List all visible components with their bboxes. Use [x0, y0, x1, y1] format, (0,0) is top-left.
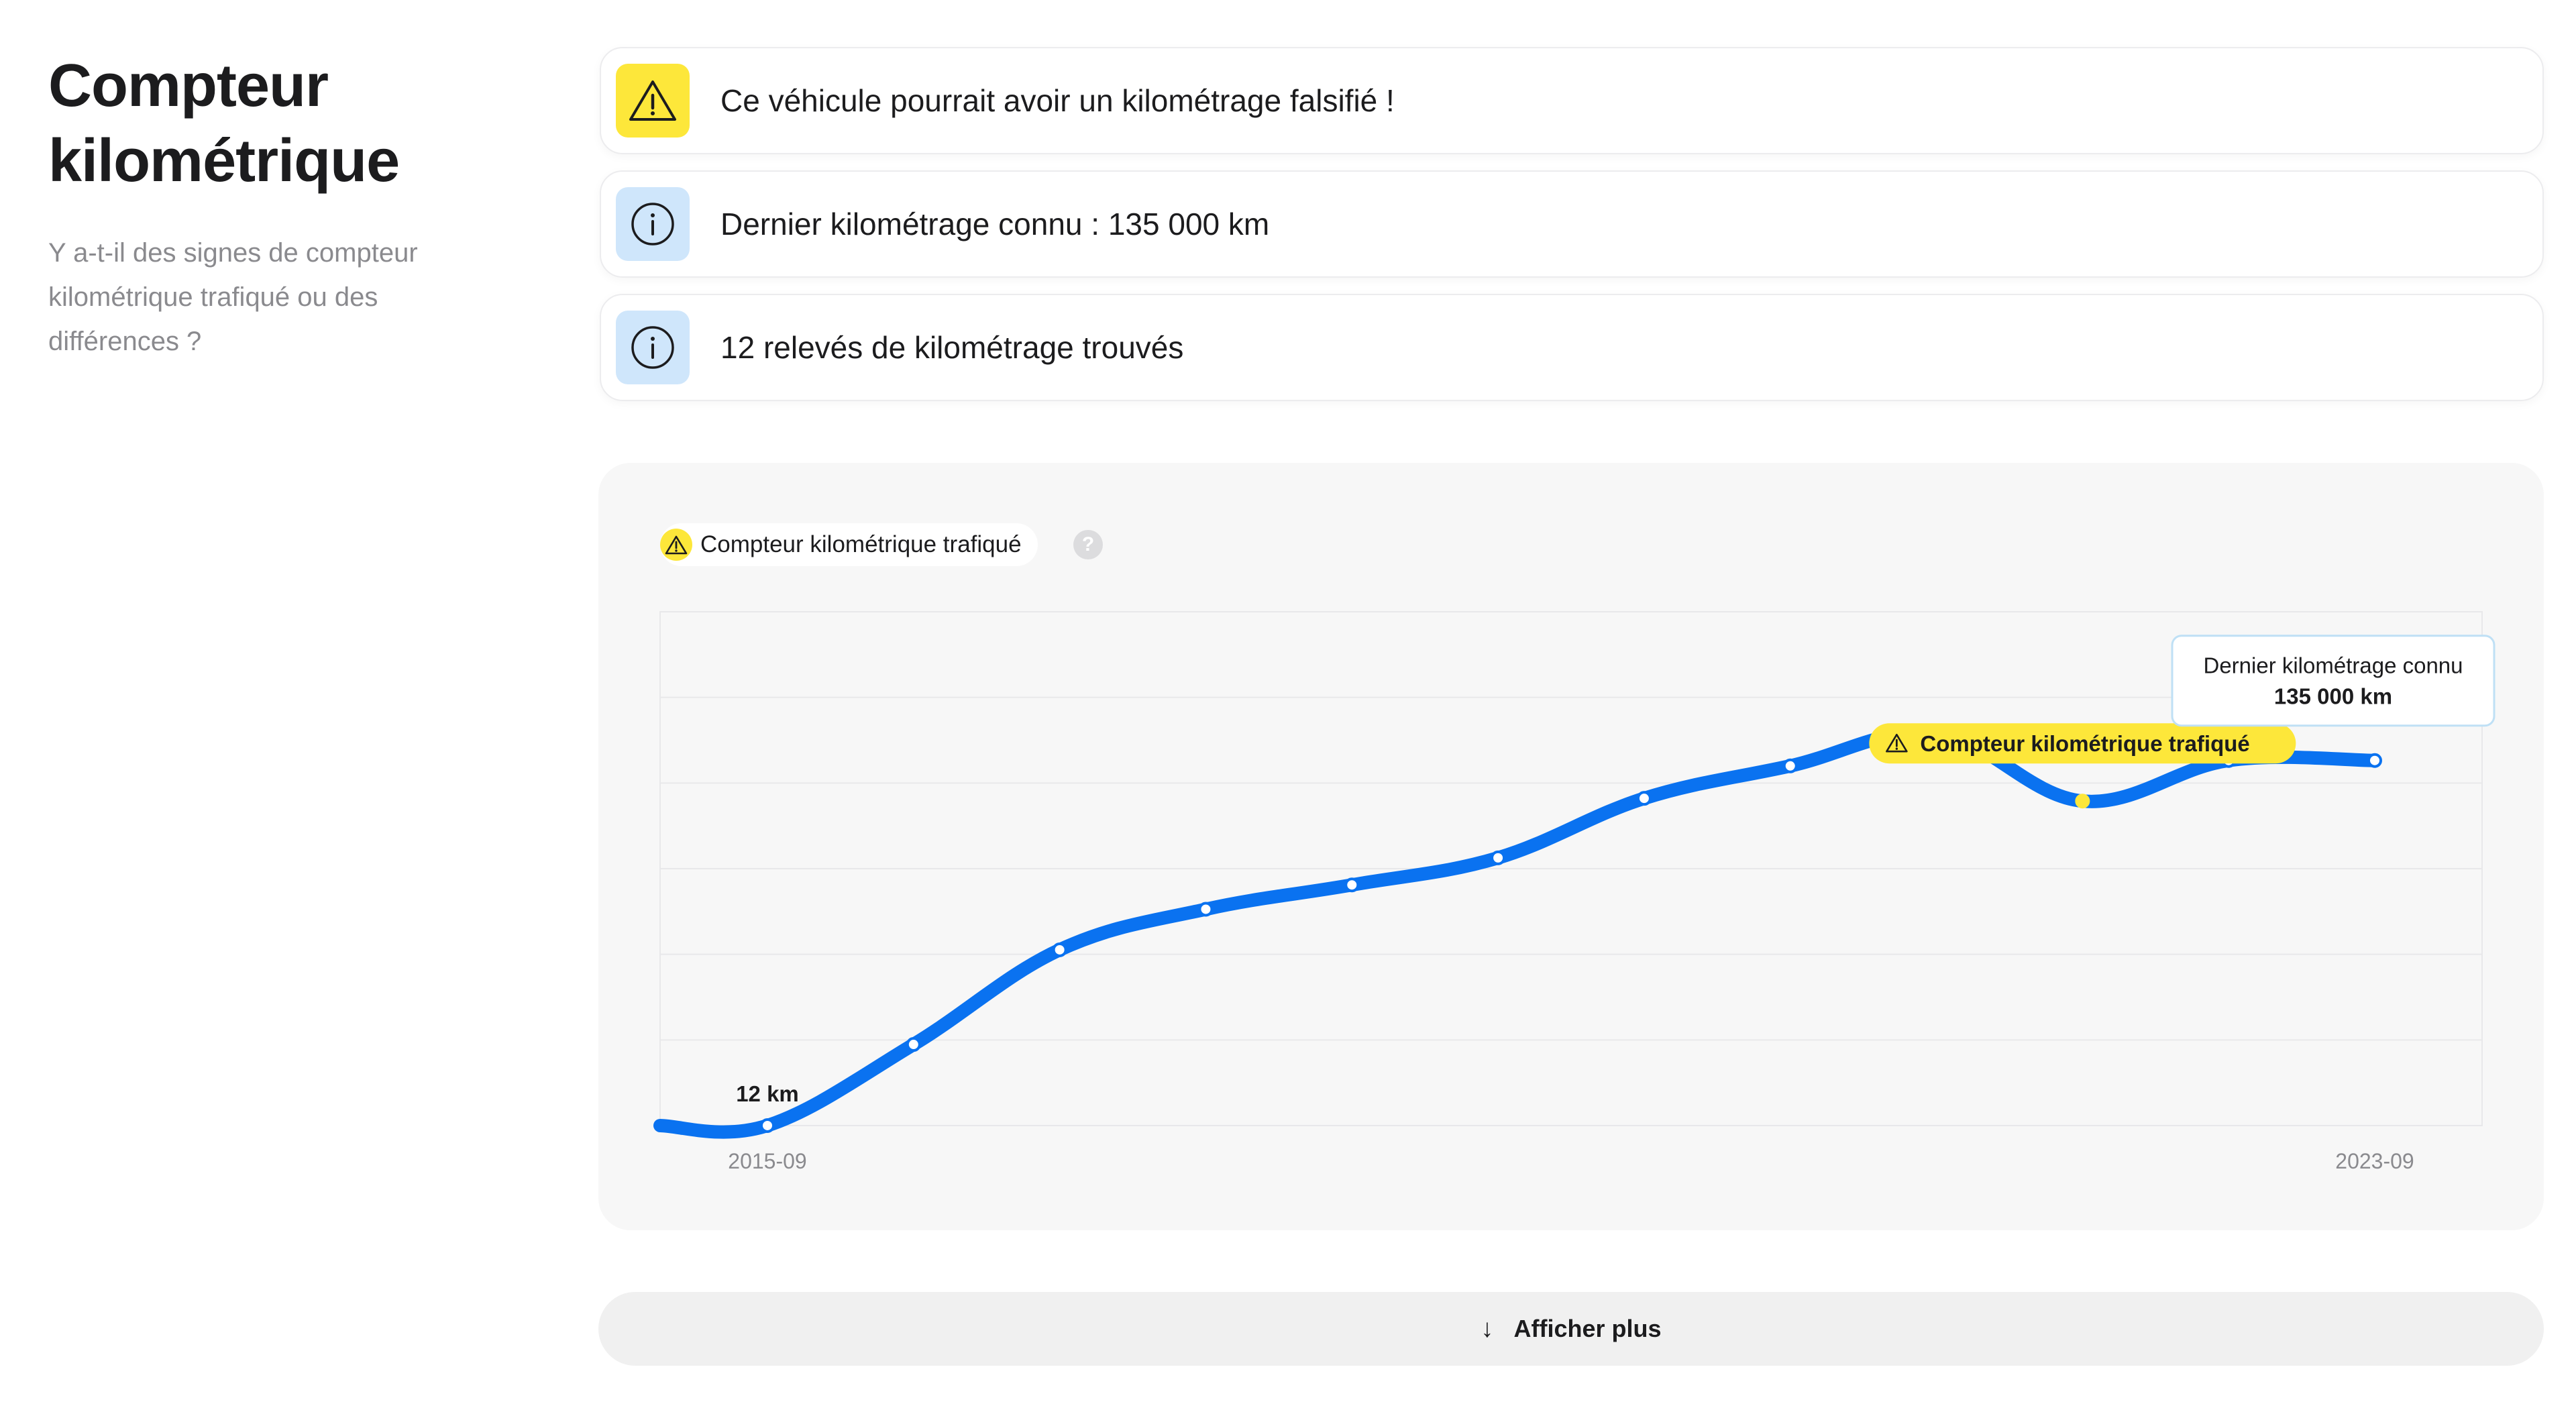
data-point[interactable] — [1052, 942, 1067, 957]
alerts-list: Ce véhicule pourrait avoir un kilométrag… — [600, 47, 2544, 417]
odometer-chart-card: Compteur kilométrique trafiqué ? 12 km 2… — [598, 463, 2544, 1230]
info-circle-icon — [616, 311, 690, 384]
data-point[interactable] — [760, 1118, 775, 1133]
x-tick-label: 2015-09 — [728, 1149, 806, 1173]
last-mileage-tooltip: Dernier kilométrage connu 135 000 km — [2171, 635, 2496, 727]
data-point[interactable] — [1636, 791, 1652, 806]
arrow-down-icon: ↓ — [1481, 1314, 1494, 1343]
chart-line-layer — [653, 726, 2381, 1139]
alert-text: 12 relevés de kilométrage trouvés — [720, 330, 1184, 365]
data-point[interactable] — [1344, 877, 1360, 893]
tooltip-title: Dernier kilométrage connu — [2203, 653, 2463, 678]
show-more-button[interactable]: ↓ Afficher plus — [598, 1292, 2544, 1366]
info-circle-icon — [616, 187, 690, 261]
x-tick-label: 2023-09 — [2335, 1149, 2414, 1173]
tampered-data-point[interactable] — [2075, 794, 2090, 809]
alert-text: Dernier kilométrage connu : 135 000 km — [720, 207, 1270, 241]
data-point[interactable] — [1491, 850, 1506, 865]
section-subtitle: Y a-t-il des signes de compteur kilométr… — [48, 238, 418, 356]
tooltip-value: 135 000 km — [2274, 684, 2392, 709]
show-more-label: Afficher plus — [1513, 1315, 1662, 1342]
data-point[interactable] — [1198, 902, 1214, 917]
odometer-line-chart: 12 km 2015-09 2023-09 Compteur kilométri… — [653, 611, 2496, 1173]
odometer-page: Compteur kilométrique Y a-t-il des signe… — [0, 0, 2576, 1410]
alert-warning-falsified: Ce véhicule pourrait avoir un kilométrag… — [600, 47, 2544, 154]
data-point[interactable] — [1782, 758, 1798, 773]
section-title: Compteur kilométrique — [48, 52, 400, 195]
section-header: Compteur kilométrique Y a-t-il des signe… — [48, 48, 478, 364]
warning-triangle-icon — [616, 64, 690, 138]
alert-info-last-mileage: Dernier kilométrage connu : 135 000 km — [600, 170, 2544, 278]
data-point[interactable] — [906, 1037, 921, 1052]
alert-info-readings-count: 12 relevés de kilométrage trouvés — [600, 294, 2544, 401]
alert-text: Ce véhicule pourrait avoir un kilométrag… — [720, 83, 1395, 118]
chart-labels: 12 km 2015-09 2023-09 — [728, 1081, 2414, 1173]
data-point[interactable] — [2367, 753, 2382, 768]
tamper-badge-label: Compteur kilométrique trafiqué — [1920, 731, 2249, 756]
first-point-label: 12 km — [736, 1081, 799, 1106]
series-line — [653, 726, 2381, 1139]
tamper-badge[interactable]: Compteur kilométrique trafiqué — [1869, 723, 2296, 764]
